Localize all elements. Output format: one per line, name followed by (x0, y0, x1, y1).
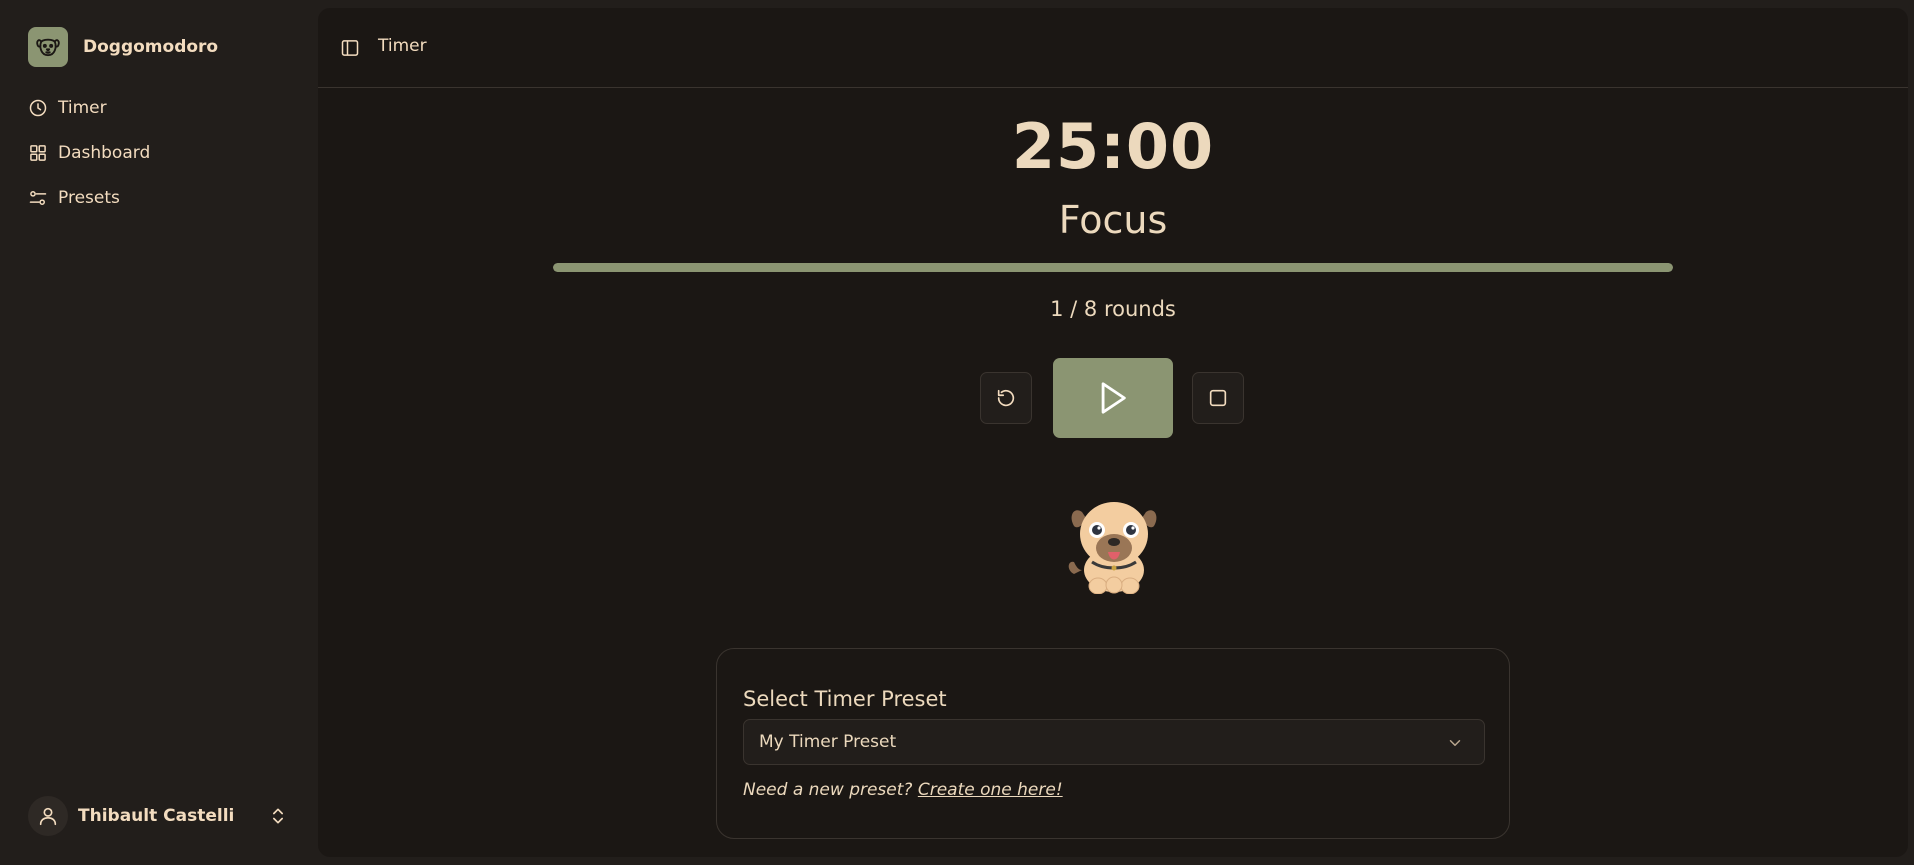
preset-card-title: Select Timer Preset (743, 687, 947, 711)
user-name: Thibault Castelli (78, 806, 235, 826)
sidebar-toggle-icon[interactable] (340, 38, 360, 58)
main-panel: Timer 25:00 Focus 1 / 8 rounds Select Ti… (318, 8, 1908, 857)
user-menu[interactable]: Thibault Castelli (28, 796, 288, 836)
chevron-down-icon (1449, 740, 1461, 746)
topbar: Timer (318, 8, 1908, 88)
avatar (28, 796, 68, 836)
sidebar-item-timer[interactable]: Timer (28, 90, 298, 126)
play-icon (1101, 382, 1126, 414)
user-icon (39, 807, 57, 826)
page-title: Timer (378, 36, 427, 56)
preset-hint-text: Need a new preset? (743, 780, 913, 800)
preset-select[interactable]: My Timer Preset (743, 719, 1485, 765)
preset-hint: Need a new preset? Create one here! (743, 780, 1063, 800)
create-preset-link[interactable]: Create one here! (918, 780, 1063, 800)
sidebar-item-label: Dashboard (58, 143, 151, 163)
play-button[interactable] (1053, 358, 1173, 438)
chevrons-up-down-icon[interactable] (268, 806, 288, 826)
progress-bar (553, 263, 1673, 272)
app-name: Doggomodoro (83, 37, 219, 57)
sidebar-item-label: Timer (58, 98, 107, 118)
dog-logo-icon (28, 27, 68, 67)
preset-card: Select Timer Preset My Timer Preset Need… (716, 648, 1510, 839)
brand[interactable]: Doggomodoro (28, 27, 218, 67)
stop-button[interactable] (1192, 372, 1244, 424)
preset-select-value: My Timer Preset (759, 732, 897, 752)
sliders-icon (29, 191, 47, 205)
rotate-ccw-icon (997, 389, 1015, 407)
pug-mascot-icon (1068, 502, 1157, 594)
sidebar-item-label: Presets (58, 188, 120, 208)
timer-display: 25:00 (1011, 110, 1215, 183)
progress-fill (553, 263, 1673, 272)
clock-icon (29, 99, 47, 117)
grid-icon (30, 145, 46, 161)
sidebar-item-dashboard[interactable]: Dashboard (28, 135, 298, 171)
timer-mode: Focus (1058, 198, 1168, 242)
sidebar: Doggomodoro Timer Dashboard Presets Thib… (0, 0, 318, 865)
sidebar-nav: Timer Dashboard Presets (28, 90, 298, 225)
square-icon (1209, 389, 1227, 407)
rounds-counter: 1 / 8 rounds (1050, 297, 1176, 321)
reset-button[interactable] (980, 372, 1032, 424)
sidebar-item-presets[interactable]: Presets (28, 180, 298, 216)
